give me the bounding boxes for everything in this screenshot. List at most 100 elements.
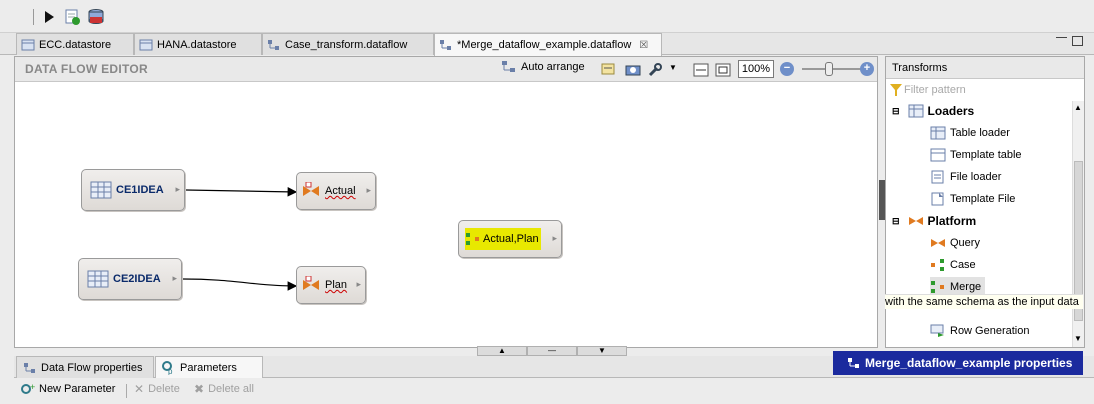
tree-item-label: Case [950, 259, 976, 271]
tree-item-label: Template File [950, 193, 1016, 205]
tree-item-query[interactable]: Query [930, 233, 980, 253]
platform-icon [908, 217, 923, 225]
tree-item-label: Merge [950, 281, 982, 293]
merge-icon [466, 233, 479, 245]
camera-icon[interactable] [625, 62, 641, 78]
datastore-icon [21, 39, 35, 50]
source-node-ce1idea[interactable]: CE1IDEA ▸ [81, 169, 185, 211]
tab-label: Parameters [180, 361, 237, 374]
zoom-in-icon[interactable]: + [860, 62, 874, 76]
tree-item-file-loader[interactable]: File loader [930, 167, 1001, 187]
tab-case-transform-dataflow[interactable]: Case_transform.dataflow [262, 33, 434, 55]
delete-button[interactable]: ✕ Delete [134, 382, 180, 396]
editor-title: DATA FLOW EDITOR [25, 62, 149, 76]
maximize-icon[interactable] [1072, 36, 1083, 46]
merge-node[interactable]: Actual,Plan ▸ [458, 220, 562, 258]
fit-page-icon[interactable] [715, 62, 731, 78]
collapse-up-icon[interactable]: ▲ [477, 346, 527, 356]
delete-all-button[interactable]: ✖ Delete all [194, 382, 254, 396]
transforms-tree[interactable]: ⊟ Loaders Table loader Template table Fi… [886, 101, 1072, 347]
tree-group-platform[interactable]: ⊟ Platform [892, 211, 976, 231]
tools-icon[interactable] [647, 62, 663, 78]
node-label: CE1IDEA [116, 184, 164, 196]
new-parameter-label: New Parameter [39, 383, 116, 395]
query-icon [303, 182, 319, 196]
chevron-right-icon: ▸ [356, 279, 361, 289]
tree-item-row-generation[interactable]: Row Generation [930, 321, 1030, 341]
tree-item-label: Table loader [950, 127, 1010, 139]
zoom-slider-thumb[interactable] [825, 62, 833, 76]
table-icon [90, 181, 112, 199]
auto-arrange-button[interactable]: Auto arrange [501, 60, 585, 74]
collapse-icon[interactable]: ⊟ [892, 216, 900, 227]
toolbar-separator [126, 384, 127, 398]
tree-item-case[interactable]: Case [930, 255, 976, 275]
query-node-plan[interactable]: Plan ▸ [296, 266, 366, 304]
tree-item-template-table[interactable]: Template table [930, 145, 1022, 165]
tab-label: HANA.datastore [157, 38, 237, 51]
collapse-down-icon[interactable]: ▼ [577, 346, 627, 356]
file-loader-icon [931, 170, 944, 184]
delete-all-label: Delete all [208, 383, 254, 395]
new-parameter-icon: + [21, 382, 35, 394]
transforms-scrollbar[interactable]: ▲ ▼ [1072, 101, 1084, 347]
outline-icon[interactable] [600, 62, 616, 78]
query-icon [303, 276, 319, 290]
zoom-out-icon[interactable]: − [780, 62, 794, 76]
case-icon [931, 259, 944, 271]
chevron-right-icon: ▸ [175, 184, 180, 194]
parameters-toolbar: + New Parameter ✕ Delete ✖ Delete all [14, 378, 1094, 402]
tree-group-label: Loaders [927, 104, 975, 118]
close-icon[interactable]: ☒ [639, 40, 648, 51]
main-toolbar [0, 0, 1094, 33]
auto-arrange-label: Auto arrange [521, 61, 585, 73]
new-parameter-button[interactable]: + New Parameter [20, 382, 115, 396]
chevron-down-icon[interactable]: ▼ [669, 63, 677, 72]
scroll-down-icon[interactable]: ▼ [1074, 334, 1082, 343]
delete-icon: ✕ [134, 382, 145, 396]
restore-icon[interactable]: — [527, 346, 577, 356]
collapse-icon[interactable]: ⊟ [892, 106, 900, 117]
tab-data-flow-properties[interactable]: Data Flow properties [16, 356, 154, 378]
tree-group-loaders[interactable]: ⊟ Loaders [892, 101, 974, 121]
tree-item-template-file[interactable]: Template File [930, 189, 1015, 209]
editor-header: DATA FLOW EDITOR Auto arrange ▼ 100% − + [15, 57, 877, 82]
tree-item-label: Template table [950, 149, 1022, 161]
run-button[interactable] [40, 8, 58, 26]
tab-hana-datastore[interactable]: HANA.datastore [134, 33, 262, 55]
transforms-title: Transforms [886, 57, 1084, 79]
dataflow-icon [268, 39, 279, 50]
loaders-icon [908, 104, 924, 118]
minimize-icon[interactable] [1056, 37, 1067, 39]
template-file-icon [931, 192, 944, 206]
tree-item-table-loader[interactable]: Table loader [930, 123, 1010, 143]
table-loader-icon [930, 126, 946, 140]
validate-button[interactable] [64, 8, 82, 26]
fit-width-icon[interactable] [693, 62, 709, 78]
dataflow-icon [848, 358, 859, 368]
dataflow-canvas[interactable]: CE1IDEA ▸ CE2IDEA ▸ Actual ▸ Plan ▸ Actu… [15, 83, 877, 347]
filter-input[interactable]: Filter pattern [888, 82, 1082, 98]
tab-label: ECC.datastore [39, 38, 112, 51]
tab-ecc-datastore[interactable]: ECC.datastore [16, 33, 134, 55]
merge-tooltip: with the same schema as the input data [885, 294, 1083, 309]
scroll-up-icon[interactable]: ▲ [1074, 103, 1082, 112]
play-icon [45, 11, 54, 23]
query-node-actual[interactable]: Actual ▸ [296, 172, 376, 210]
filter-icon [890, 84, 902, 96]
connection-lines [182, 187, 298, 291]
tab-merge-dataflow-example[interactable]: *Merge_dataflow_example.dataflow ☒ [434, 33, 662, 56]
node-label: Plan [325, 279, 348, 291]
dataflow-icon [440, 40, 451, 50]
source-node-ce2idea[interactable]: CE2IDEA ▸ [78, 258, 182, 300]
merge-node-highlight: Actual,Plan [465, 228, 541, 250]
tree-item-label: Row Generation [950, 325, 1030, 337]
tree-group-label: Platform [927, 214, 977, 228]
tree-item-label: Query [950, 237, 980, 249]
chevron-right-icon: ▸ [552, 233, 557, 243]
svg-text:p: p [168, 367, 173, 375]
execute-button[interactable] [87, 8, 105, 26]
tab-parameters[interactable]: p Parameters [155, 356, 263, 378]
zoom-level-input[interactable]: 100% [738, 60, 774, 78]
delete-all-icon: ✖ [194, 382, 205, 396]
